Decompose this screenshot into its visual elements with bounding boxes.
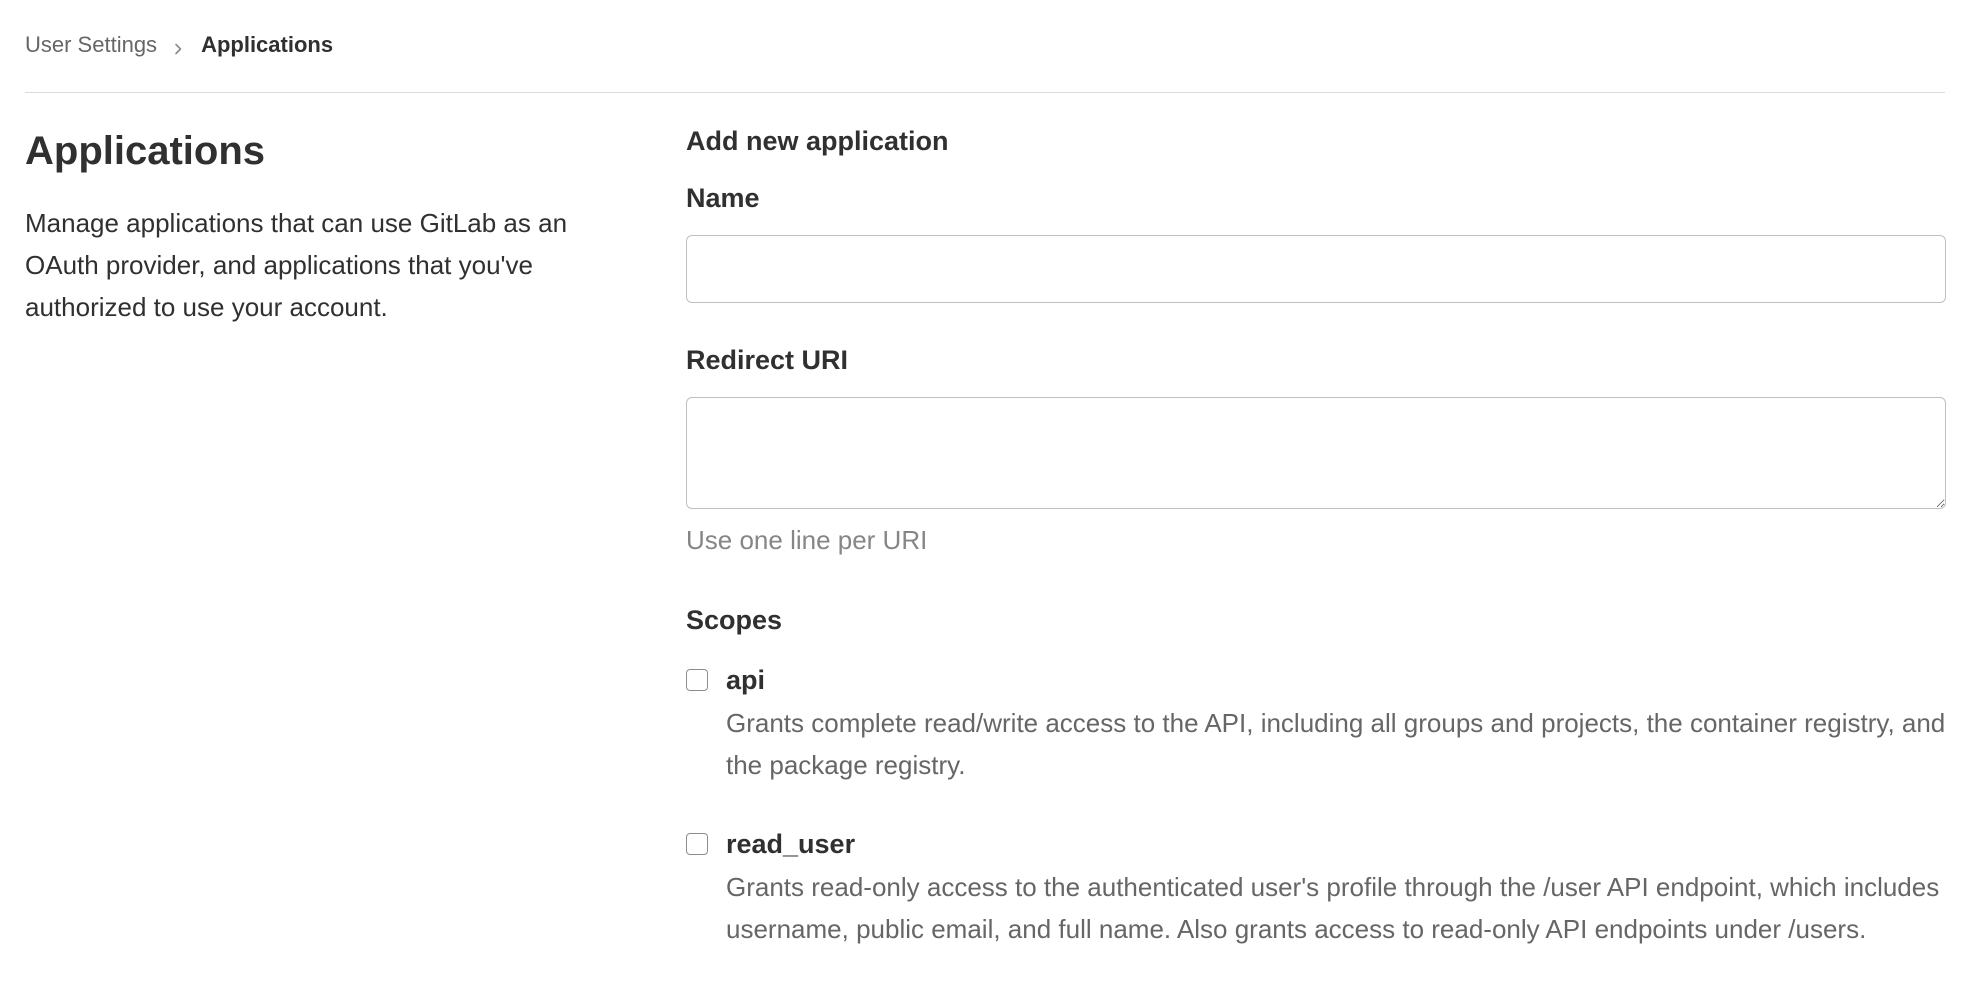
- scope-api-checkbox[interactable]: [686, 669, 708, 691]
- page-description: Manage applications that can use GitLab …: [25, 208, 568, 322]
- scope-read-user: read_user Grants read-only access to the…: [686, 824, 1946, 950]
- breadcrumb: User Settings Applications: [25, 28, 333, 62]
- redirect-uri-help: Use one line per URI: [686, 525, 928, 555]
- chevron-right-icon: [170, 37, 186, 55]
- scope-api-name[interactable]: api: [726, 660, 1946, 700]
- page-title: Applications: [25, 129, 266, 173]
- scopes-label: Scopes: [686, 605, 783, 635]
- scope-read-user-name[interactable]: read_user: [726, 824, 1946, 864]
- scope-read-user-checkbox[interactable]: [686, 833, 708, 855]
- form-heading: Add new application: [686, 126, 949, 156]
- redirect-uri-label: Redirect URI: [686, 345, 849, 375]
- scope-api-description: Grants complete read/write access to the…: [726, 708, 1946, 780]
- add-application-form: Add new application Name Redirect URI Us…: [686, 120, 1946, 950]
- breadcrumb-user-settings-link[interactable]: User Settings: [25, 32, 157, 58]
- name-label: Name: [686, 183, 760, 213]
- scope-read-user-description: Grants read-only access to the authentic…: [726, 872, 1940, 944]
- scope-api: api Grants complete read/write access to…: [686, 660, 1946, 786]
- redirect-uri-textarea[interactable]: [686, 397, 1946, 509]
- name-input[interactable]: [686, 235, 1946, 303]
- settings-sidebar: Applications Manage applications that ca…: [25, 120, 605, 328]
- header-divider: [25, 92, 1945, 93]
- breadcrumb-current: Applications: [201, 32, 334, 57]
